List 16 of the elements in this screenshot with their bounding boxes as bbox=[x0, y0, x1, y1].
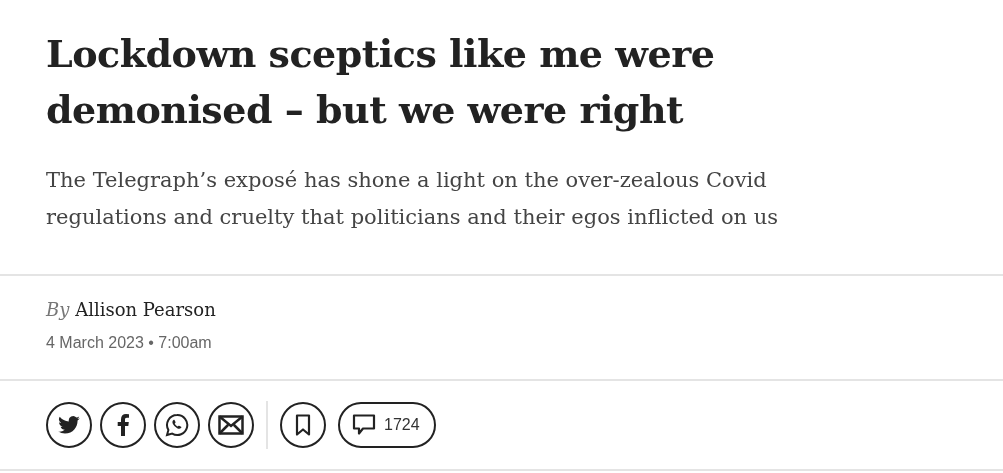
speech-bubble-icon bbox=[352, 413, 376, 437]
envelope-icon bbox=[218, 415, 244, 435]
publish-date: 4 March 2023 • 7:00am bbox=[46, 333, 213, 353]
facebook-share-button[interactable] bbox=[100, 402, 146, 448]
comments-button[interactable]: 1724 bbox=[338, 402, 436, 448]
byline: By Allison Pearson bbox=[46, 298, 217, 322]
twitter-share-button[interactable] bbox=[46, 402, 92, 448]
f-logo-icon bbox=[117, 414, 129, 436]
email-share-button[interactable] bbox=[208, 402, 254, 448]
whatsapp-share-button[interactable] bbox=[154, 402, 200, 448]
phone-bubble-icon bbox=[165, 413, 189, 437]
bird-icon bbox=[58, 416, 80, 434]
standfirst: The Telegraph’s exposé has shone a light on the over-zealous Covid regulations and cruelty that politicians and their egos inflicted on us bbox=[46, 167, 780, 231]
bookmark-icon bbox=[295, 414, 311, 436]
bookmark-button[interactable] bbox=[280, 402, 326, 448]
headline: Lockdown sceptics like me were demonised – but we were right bbox=[46, 30, 716, 134]
